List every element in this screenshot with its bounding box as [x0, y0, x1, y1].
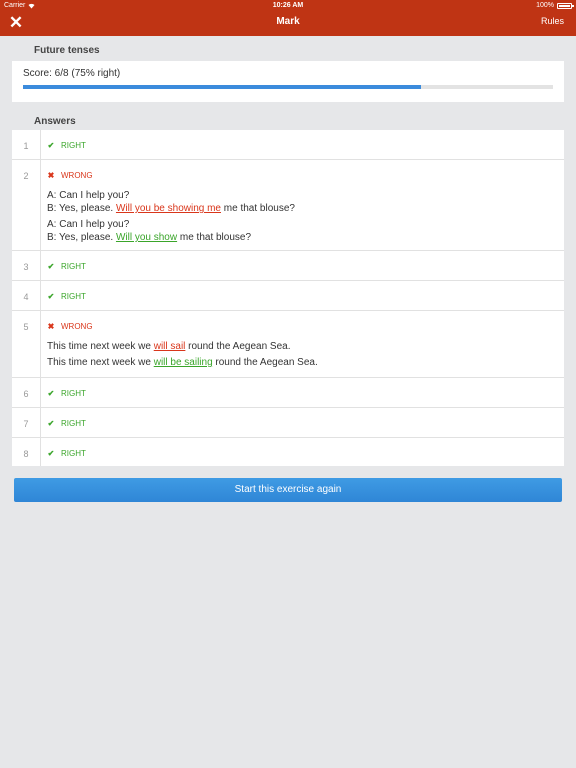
- score-progress-bar: [23, 85, 553, 89]
- answer-status: RIGHT: [61, 449, 86, 458]
- correct-answer-line-2: B: Yes, please. Will you show me that bl…: [47, 232, 251, 243]
- navigation-bar: Carrier 10:26 AM 100% ✕ Mark Rules: [0, 0, 576, 36]
- clock: 10:26 AM: [272, 2, 304, 9]
- sentence-prefix: B: Yes, please.: [47, 232, 116, 243]
- answer-number: 6: [12, 378, 41, 407]
- user-answer-highlight: Will you be showing me: [115, 203, 221, 214]
- correct-answer-line-1: A: Can I help you?: [47, 219, 130, 230]
- answer-status: WRONG: [61, 171, 93, 180]
- answers-list: 1 ✔ RIGHT 2 ✖ WRONG A: Can I help you? B: …: [12, 130, 564, 466]
- check-icon: ✔: [47, 141, 55, 150]
- status-bar: Carrier 10:26 AM 100%: [0, 0, 576, 12]
- user-answer-highlight: will sail: [153, 341, 186, 352]
- score-card: Score: 6/8 (75% right): [12, 61, 564, 102]
- answer-status: WRONG: [61, 322, 93, 331]
- page-title: Mark: [276, 16, 300, 27]
- check-icon: ✔: [47, 419, 55, 428]
- cross-icon: ✖: [47, 322, 55, 331]
- sentence-suffix: round the Aegean Sea.: [185, 341, 291, 352]
- answer-number: 4: [12, 281, 41, 310]
- sentence-prefix: This time next week we: [47, 341, 154, 352]
- exercise-title: Future tenses: [34, 45, 100, 56]
- answer-row-7[interactable]: 7 ✔ RIGHT: [12, 408, 564, 438]
- score-text: Score: 6/8 (75% right): [23, 68, 121, 79]
- correct-answer-highlight: Will you show: [115, 232, 178, 243]
- answer-status: RIGHT: [61, 419, 86, 428]
- answer-row-4[interactable]: 4 ✔ RIGHT: [12, 281, 564, 311]
- answer-number: 2: [12, 160, 41, 250]
- answer-row-1[interactable]: 1 ✔ RIGHT: [12, 130, 564, 160]
- correct-answer-highlight: will be sailing: [153, 357, 213, 368]
- answer-status: RIGHT: [61, 141, 86, 150]
- battery-icon: [557, 3, 574, 9]
- answer-status: RIGHT: [61, 389, 86, 398]
- rules-button[interactable]: Rules: [541, 16, 564, 26]
- user-answer-line-2: B: Yes, please. Will you be showing me m…: [47, 203, 295, 214]
- answer-number: 5: [12, 311, 41, 377]
- check-icon: ✔: [47, 389, 55, 398]
- check-icon: ✔: [47, 262, 55, 271]
- user-answer-line: This time next week we will sail round t…: [47, 341, 290, 352]
- check-icon: ✔: [47, 292, 55, 301]
- answer-row-5[interactable]: 5 ✖ WRONG This time next week we will sai…: [12, 311, 564, 378]
- battery-indicator: 100%: [536, 0, 574, 12]
- answer-status: RIGHT: [61, 292, 86, 301]
- battery-percent: 100%: [536, 2, 554, 9]
- answers-heading: Answers: [34, 116, 76, 127]
- score-progress-fill: [23, 85, 421, 89]
- answer-status: RIGHT: [61, 262, 86, 271]
- sentence-suffix: round the Aegean Sea.: [212, 357, 318, 368]
- check-icon: ✔: [47, 449, 55, 458]
- sentence-suffix: me that blouse?: [221, 203, 295, 214]
- answer-row-8[interactable]: 8 ✔ RIGHT: [12, 438, 564, 466]
- answer-number: 3: [12, 251, 41, 280]
- answer-row-3[interactable]: 3 ✔ RIGHT: [12, 251, 564, 281]
- user-answer-line-1: A: Can I help you?: [47, 190, 130, 201]
- answer-row-6[interactable]: 6 ✔ RIGHT: [12, 378, 564, 408]
- cross-icon: ✖: [47, 171, 55, 180]
- correct-answer-line: This time next week we will be sailing r…: [47, 357, 318, 368]
- answer-number: 1: [12, 130, 41, 159]
- restart-exercise-button[interactable]: Start this exercise again: [14, 478, 562, 502]
- sentence-prefix: This time next week we: [47, 357, 154, 368]
- answer-number: 8: [12, 438, 41, 466]
- answer-row-2[interactable]: 2 ✖ WRONG A: Can I help you? B: Yes, plea…: [12, 160, 564, 251]
- sentence-prefix: B: Yes, please.: [47, 203, 116, 214]
- answer-number: 7: [12, 408, 41, 437]
- sentence-suffix: me that blouse?: [177, 232, 252, 243]
